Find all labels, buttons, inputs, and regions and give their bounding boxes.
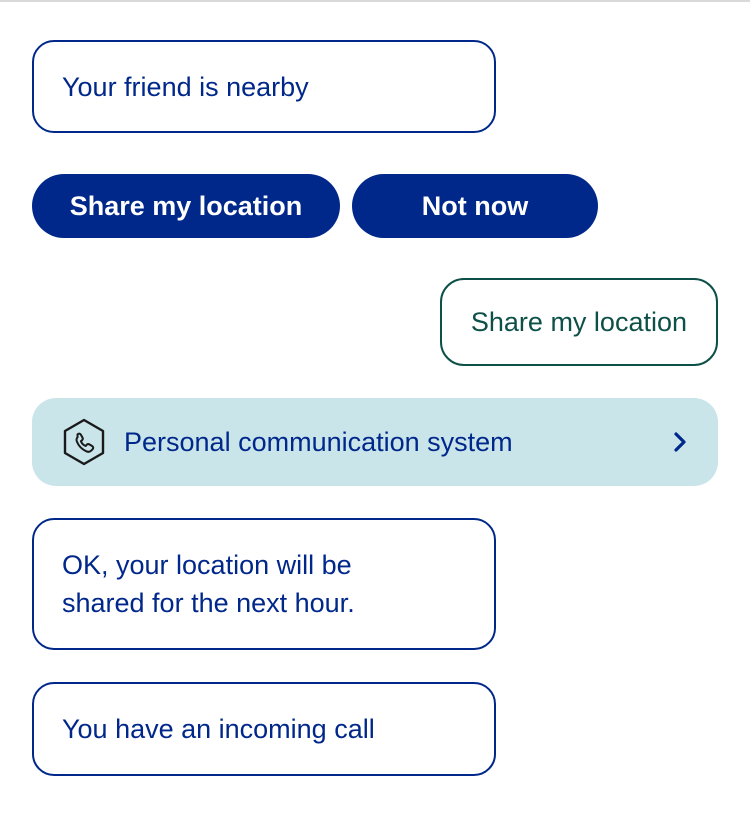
location-confirmation-message: OK, your location will be shared for the…	[32, 518, 496, 650]
chevron-right-icon	[668, 430, 692, 454]
incoming-call-text: You have an incoming call	[62, 714, 375, 744]
share-location-button-label: Share my location	[69, 190, 303, 221]
incoming-call-message: You have an incoming call	[32, 682, 496, 776]
share-location-button[interactable]: Share my location	[32, 174, 340, 238]
friend-nearby-message: Your friend is nearby	[32, 40, 496, 133]
phone-hexagon-icon	[60, 418, 108, 466]
user-reply-message: Share my location	[439, 278, 718, 366]
not-now-button-label: Not now	[421, 190, 529, 221]
top-divider	[0, 0, 750, 2]
system-card-label: Personal communication system	[124, 426, 513, 457]
location-confirmation-text: OK, your location will be shared for the…	[62, 550, 355, 618]
friend-nearby-text: Your friend is nearby	[62, 71, 309, 102]
not-now-button[interactable]: Not now	[352, 174, 598, 238]
user-reply-text: Share my location	[470, 306, 687, 337]
personal-communication-system-card[interactable]: Personal communication system	[32, 398, 718, 486]
